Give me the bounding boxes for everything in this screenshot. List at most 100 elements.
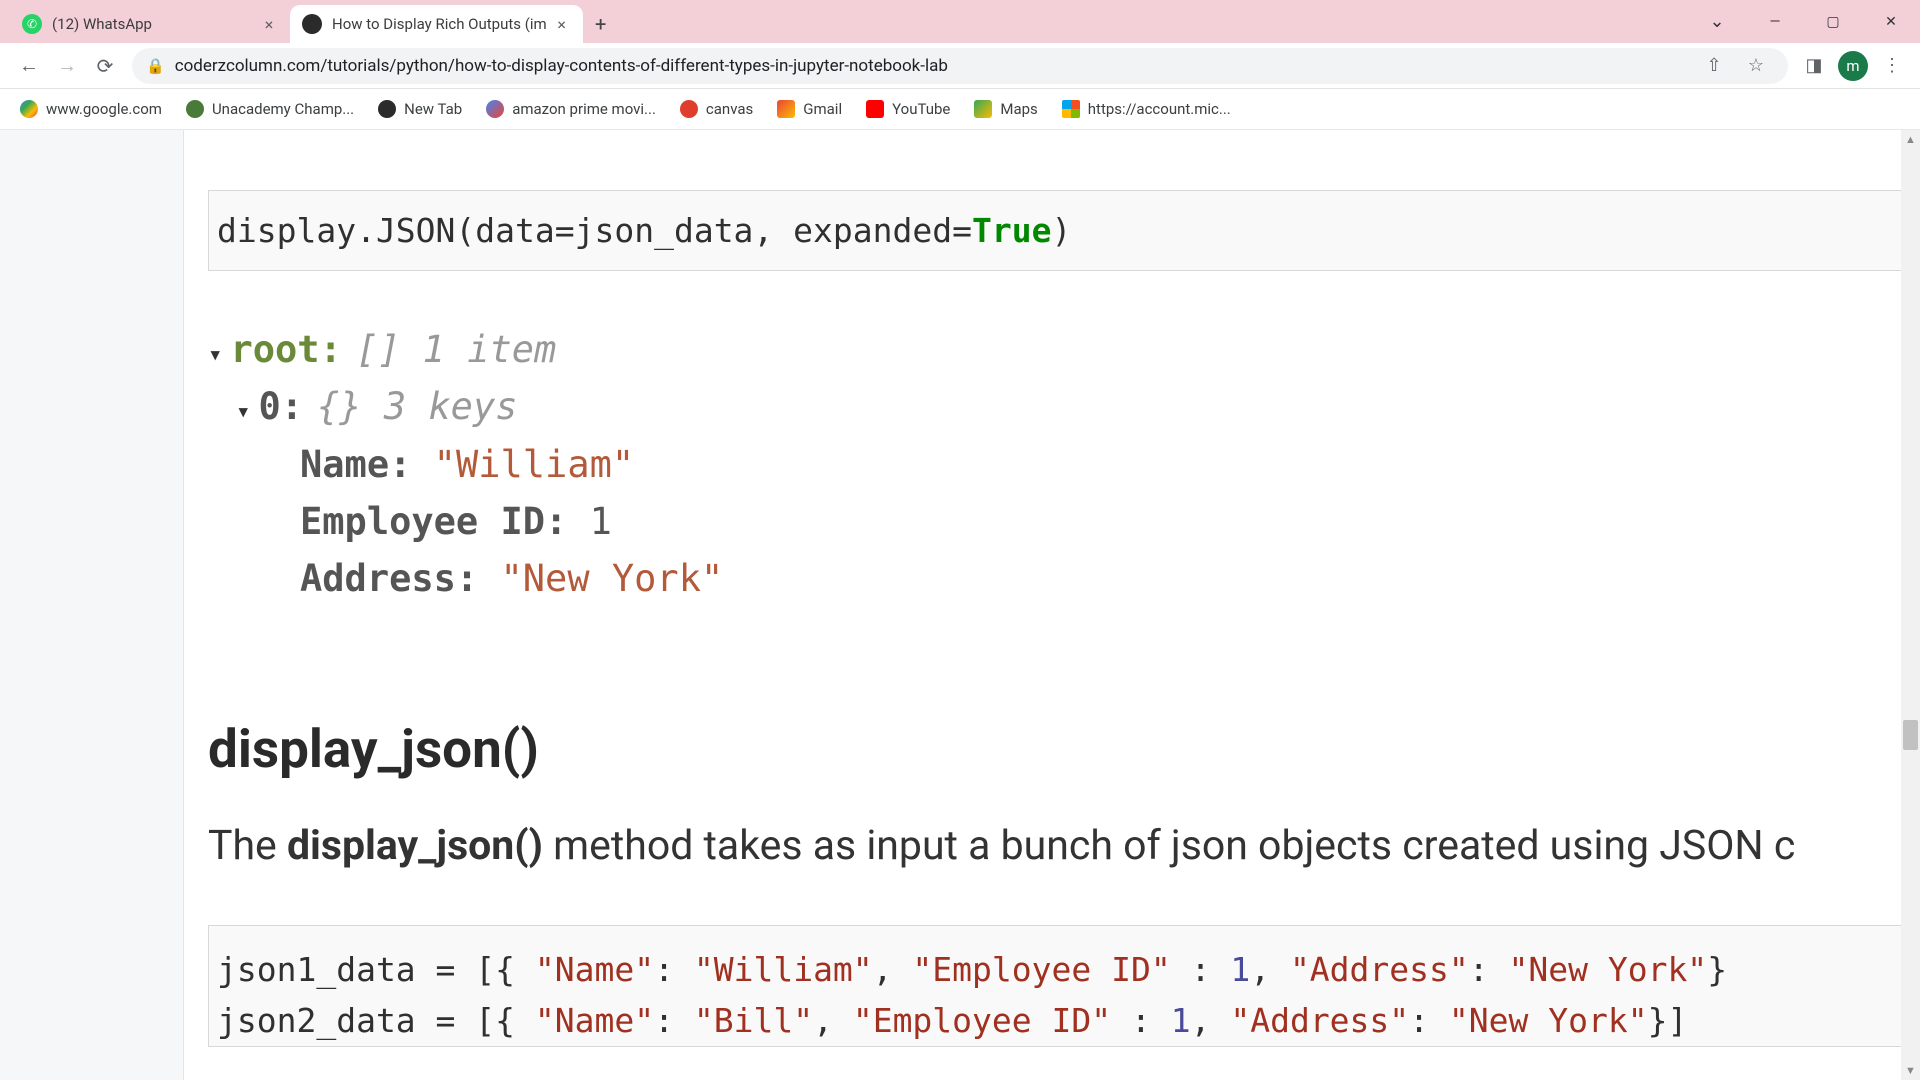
window-controls: ⌄ — ▢ ✕	[1688, 0, 1920, 43]
code-text: :	[654, 950, 694, 989]
bookmark-label: YouTube	[892, 100, 950, 118]
google-search-icon	[486, 100, 504, 118]
code-text: ,	[813, 1001, 853, 1040]
caret-down-icon[interactable]: ▾	[236, 393, 250, 430]
close-window-button[interactable]: ✕	[1862, 0, 1920, 43]
side-panel-icon[interactable]: ◨	[1796, 48, 1832, 84]
code-text: :	[1469, 950, 1509, 989]
tab-title: How to Display Rich Outputs (im	[332, 15, 547, 33]
bookmark-unacademy[interactable]: Unacademy Champ...	[178, 96, 362, 122]
back-button[interactable]: ←	[10, 47, 48, 85]
bookmark-maps[interactable]: Maps	[966, 96, 1045, 122]
tree-index-row[interactable]: ▾ 0: {} 3 keys	[208, 378, 1920, 435]
close-icon[interactable]: ×	[260, 15, 278, 33]
whatsapp-icon: ✆	[22, 14, 42, 34]
site-favicon-icon	[302, 14, 322, 34]
avatar-letter: m	[1846, 57, 1859, 75]
text-strong: display_json()	[287, 822, 543, 870]
code-text: :	[1111, 1001, 1171, 1040]
bookmark-microsoft[interactable]: https://account.mic...	[1054, 96, 1239, 122]
minimize-button[interactable]: —	[1746, 0, 1804, 43]
profile-avatar[interactable]: m	[1838, 51, 1868, 81]
bookmark-label: New Tab	[404, 100, 462, 118]
tab-whatsapp[interactable]: ✆ (12) WhatsApp ×	[10, 5, 290, 43]
tree-string-value: "William"	[434, 436, 634, 493]
code-text: )	[1051, 211, 1071, 250]
code-line: json2_data = [{ "Name": "Bill", "Employe…	[217, 995, 1911, 1046]
youtube-icon	[866, 100, 884, 118]
bookmark-google[interactable]: www.google.com	[12, 96, 170, 122]
menu-icon[interactable]: ⋮	[1874, 48, 1910, 84]
code-text: :	[1171, 950, 1231, 989]
text: The	[208, 822, 287, 870]
code-string: "William"	[694, 950, 873, 989]
bookmark-youtube[interactable]: YouTube	[858, 96, 958, 122]
tree-root-row[interactable]: ▾ root: [] 1 item	[208, 321, 1920, 378]
tab-current[interactable]: How to Display Rich Outputs (im ×	[290, 5, 583, 43]
bookmark-newtab[interactable]: New Tab	[370, 96, 470, 122]
code-text: :	[1409, 1001, 1449, 1040]
text: method takes as input a bunch of json ob…	[543, 822, 1795, 870]
close-icon[interactable]: ×	[553, 15, 571, 33]
tree-field-row: Address: "New York"	[208, 550, 1920, 607]
unacademy-icon	[186, 100, 204, 118]
code-text: :	[654, 1001, 694, 1040]
code-line: display.JSON(data=json_data, expanded=Tr…	[217, 211, 1071, 250]
tree-key: root:	[230, 321, 341, 378]
code-string: "New York"	[1449, 1001, 1648, 1040]
new-tab-button[interactable]: +	[583, 5, 619, 43]
tree-key: 0:	[258, 378, 303, 435]
bookmark-canvas[interactable]: canvas	[672, 96, 761, 122]
code-string: "New York"	[1509, 950, 1708, 989]
code-cell-1: display.JSON(data=json_data, expanded=Tr…	[208, 190, 1920, 271]
section-heading: display_json()	[208, 718, 1920, 780]
code-string: "Bill"	[694, 1001, 813, 1040]
code-string: "Employee ID"	[853, 1001, 1111, 1040]
address-bar[interactable]: 🔒 coderzcolumn.com/tutorials/python/how-…	[132, 48, 1788, 84]
article-body: display.JSON(data=json_data, expanded=Tr…	[184, 130, 1920, 1080]
bookmark-label: Unacademy Champ...	[212, 100, 354, 118]
tree-type: [] 1 item	[356, 321, 556, 378]
bookmark-amazon[interactable]: amazon prime movi...	[478, 96, 664, 122]
paragraph: The display_json() method takes as input…	[208, 822, 1920, 870]
code-text: }	[1707, 950, 1727, 989]
lock-icon[interactable]: 🔒	[146, 57, 165, 75]
tree-key: Employee ID:	[300, 493, 567, 550]
code-text: ,	[873, 950, 913, 989]
bookmark-star-icon[interactable]: ☆	[1738, 48, 1774, 84]
scroll-thumb[interactable]	[1903, 720, 1918, 750]
share-icon[interactable]: ⇧	[1696, 48, 1732, 84]
forward-button[interactable]: →	[48, 47, 86, 85]
code-number: 1	[1230, 950, 1250, 989]
google-icon	[20, 100, 38, 118]
caret-down-icon[interactable]: ▾	[208, 336, 222, 373]
tab-title: (12) WhatsApp	[52, 15, 254, 33]
tree-type: {} 3 keys	[317, 378, 517, 435]
bookmark-label: https://account.mic...	[1088, 100, 1231, 118]
tree-field-row: Employee ID: 1	[208, 493, 1920, 550]
canvas-icon	[680, 100, 698, 118]
code-number: 1	[1171, 1001, 1191, 1040]
code-string: "Address"	[1290, 950, 1469, 989]
bookmark-label: www.google.com	[46, 100, 162, 118]
vertical-scrollbar[interactable]: ▲ ▼	[1901, 130, 1920, 1080]
code-string: "Address"	[1230, 1001, 1409, 1040]
code-text: display.JSON(data=json_data, expanded=	[217, 211, 972, 250]
reload-button[interactable]: ⟳	[86, 47, 124, 85]
scroll-up-icon[interactable]: ▲	[1901, 130, 1920, 149]
code-string: "Name"	[535, 1001, 654, 1040]
code-cell-2: json1_data = [{ "Name": "William", "Empl…	[208, 925, 1920, 1047]
scroll-down-icon[interactable]: ▼	[1901, 1061, 1920, 1080]
newtab-icon	[378, 100, 396, 118]
tree-string-value: "New York"	[501, 550, 724, 607]
tree-number-value: 1	[590, 493, 612, 550]
gmail-icon	[777, 100, 795, 118]
bookmark-gmail[interactable]: Gmail	[769, 96, 850, 122]
address-bar-row: ← → ⟳ 🔒 coderzcolumn.com/tutorials/pytho…	[0, 43, 1920, 89]
microsoft-icon	[1062, 100, 1080, 118]
code-text: ,	[1250, 950, 1290, 989]
bookmark-label: amazon prime movi...	[512, 100, 656, 118]
code-string: "Name"	[535, 950, 654, 989]
maximize-button[interactable]: ▢	[1804, 0, 1862, 43]
tab-search-button[interactable]: ⌄	[1688, 0, 1746, 43]
